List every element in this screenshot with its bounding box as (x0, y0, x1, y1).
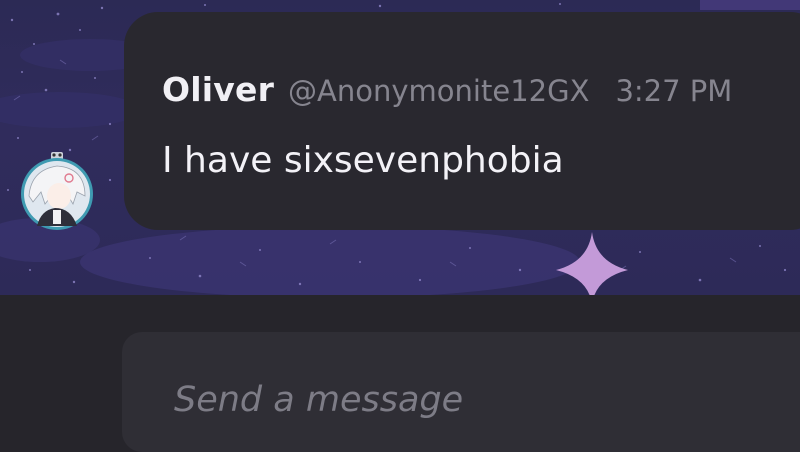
message-input[interactable] (174, 380, 774, 420)
message-composer[interactable] (122, 332, 800, 452)
message-header: Oliver @Anonymonite12GX 3:27 PM (162, 70, 732, 109)
message-text: I have sixsevenphobia (162, 140, 564, 181)
message-timestamp: 3:27 PM (615, 74, 733, 108)
anime-character-avatar-icon (21, 152, 93, 230)
chat-message[interactable]: Oliver @Anonymonite12GX 3:27 PM I have s… (124, 12, 800, 230)
avatar[interactable] (15, 152, 99, 230)
composer-area (0, 295, 800, 452)
sender-name[interactable]: Oliver (162, 70, 274, 109)
sender-handle[interactable]: @Anonymonite12GX (288, 74, 589, 108)
